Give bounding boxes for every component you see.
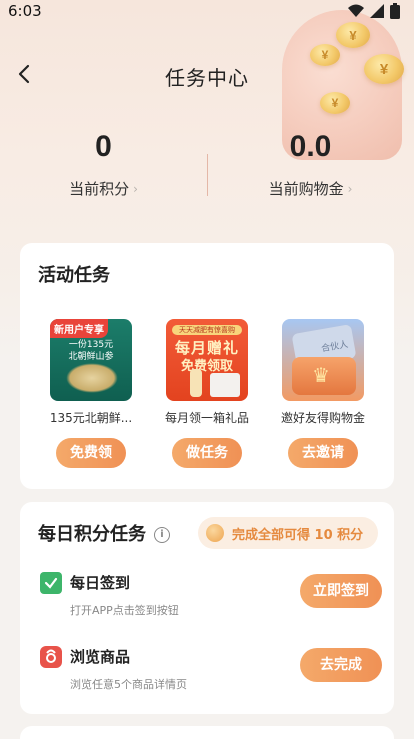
reward-badge: 完成全部可得 10 积分 <box>198 517 378 549</box>
shopping-cash-label: 当前购物金 › <box>207 178 414 199</box>
calendar-check-icon <box>40 572 62 594</box>
next-card <box>20 726 394 739</box>
shopping-bag-icon <box>40 646 62 668</box>
battery-icon <box>390 3 400 19</box>
wifi-icon <box>348 4 364 17</box>
image-caption: 一份135元 北朝鲜山参 <box>68 340 114 362</box>
task-desc: 浏览任意5个商品详情页 <box>70 678 187 691</box>
info-icon[interactable]: i <box>154 527 170 543</box>
page-title: 任务中心 <box>165 66 249 90</box>
ginseng-illustration <box>66 363 118 393</box>
chevron-right-icon: › <box>347 181 353 196</box>
activity-item: 天天减肥有惊喜购 每月赠礼 免费领取 每月领一箱礼品 做任务 <box>152 319 262 468</box>
status-bar: 6:03 <box>0 0 414 22</box>
activity-tasks-card: 活动任务 新用户专享 一份135元 北朝鲜山参 135元北朝鲜... 免费领 天… <box>20 243 394 489</box>
nav-bar: 任务中心 <box>0 52 414 96</box>
daily-points-title-row: 每日积分任务 i <box>38 520 170 546</box>
activity-item: 合伙人 ♛ 邀好友得购物金 去邀请 <box>268 319 378 468</box>
ginseng-image[interactable]: 新用户专享 一份135元 北朝鲜山参 <box>50 319 132 401</box>
points-label-text: 当前积分 <box>69 180 130 198</box>
task-title: 每日签到 <box>70 574 131 592</box>
crown-icon: ♛ <box>312 363 330 387</box>
chevron-right-icon: › <box>133 181 138 196</box>
activity-name: 邀好友得购物金 <box>280 411 365 425</box>
activity-name: 135元北朝鲜... <box>49 411 133 425</box>
gift-box-illustration <box>210 373 240 397</box>
activity-item: 新用户专享 一份135元 北朝鲜山参 135元北朝鲜... 免费领 <box>36 319 146 468</box>
image-banner: 天天减肥有惊喜购 <box>172 325 242 335</box>
coin-icon <box>206 524 224 542</box>
image-label: 合伙人 <box>320 339 350 355</box>
status-time: 6:03 <box>8 2 42 20</box>
task-checkin: 每日签到 打开APP点击签到按钮 立即签到 <box>40 568 382 628</box>
daily-points-card: 每日积分任务 i 完成全部可得 10 积分 每日签到 打开APP点击签到按钮 立即… <box>20 502 394 714</box>
task-browse: 浏览商品 浏览任意5个商品详情页 去完成 <box>40 642 382 702</box>
invite-friends-image[interactable]: 合伙人 ♛ <box>282 319 364 401</box>
points-label: 当前积分 › <box>0 178 207 199</box>
signal-icon <box>370 4 384 18</box>
shopping-cash-stat[interactable]: 0.0 当前购物金 › <box>207 130 414 199</box>
reward-text: 完成全部可得 10 积分 <box>232 527 364 543</box>
new-user-tag: 新用户专享 <box>50 319 108 338</box>
do-task-button[interactable]: 做任务 <box>172 438 242 468</box>
bottle-illustration <box>190 369 202 397</box>
invite-button[interactable]: 去邀请 <box>288 438 358 468</box>
complete-button[interactable]: 去完成 <box>300 648 382 682</box>
points-stat[interactable]: 0 当前积分 › <box>0 130 207 199</box>
task-title: 浏览商品 <box>70 648 131 666</box>
daily-points-title: 每日积分任务 <box>38 524 146 545</box>
free-claim-button[interactable]: 免费领 <box>56 438 126 468</box>
task-desc: 打开APP点击签到按钮 <box>70 604 179 617</box>
monthly-gift-image[interactable]: 天天减肥有惊喜购 每月赠礼 免费领取 <box>166 319 248 401</box>
image-subline: 免费领取 <box>180 359 233 374</box>
status-icons <box>348 3 400 19</box>
balance-stats: 0 当前积分 › 0.0 当前购物金 › <box>0 130 414 210</box>
coin-icon: ¥ <box>336 22 370 48</box>
activity-name: 每月领一箱礼品 <box>164 411 249 425</box>
points-value: 0 <box>95 130 112 163</box>
activity-tasks-title: 活动任务 <box>38 265 110 286</box>
checkin-button[interactable]: 立即签到 <box>300 574 382 608</box>
shopping-cash-label-text: 当前购物金 <box>268 180 344 198</box>
shopping-cash-value: 0.0 <box>289 130 332 163</box>
